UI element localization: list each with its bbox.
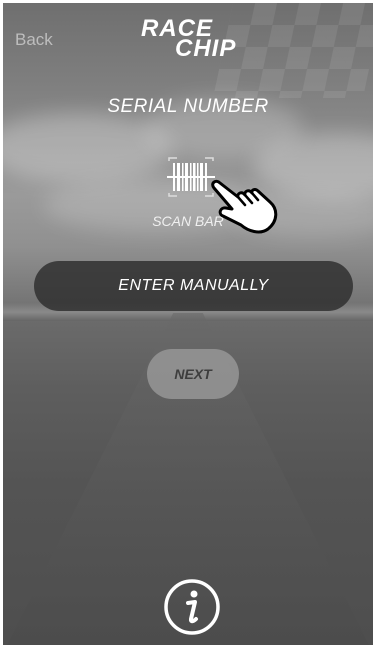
page-title: SERIAL NUMBER xyxy=(107,96,269,117)
next-button[interactable]: NEXT xyxy=(147,349,239,399)
pointing-hand-icon xyxy=(208,175,284,247)
enter-manually-button[interactable]: ENTER MANUALLY xyxy=(34,261,353,311)
racechip-logo: RACE CHIP xyxy=(141,17,241,65)
app-screen: Back RACE CHIP SERIAL NUMBER SCAN BAR EN… xyxy=(3,3,373,645)
back-button[interactable]: Back xyxy=(15,30,53,50)
logo-line-2: CHIP xyxy=(175,35,237,62)
info-icon[interactable] xyxy=(163,578,221,636)
scan-barcode-label[interactable]: SCAN BAR xyxy=(3,213,373,229)
